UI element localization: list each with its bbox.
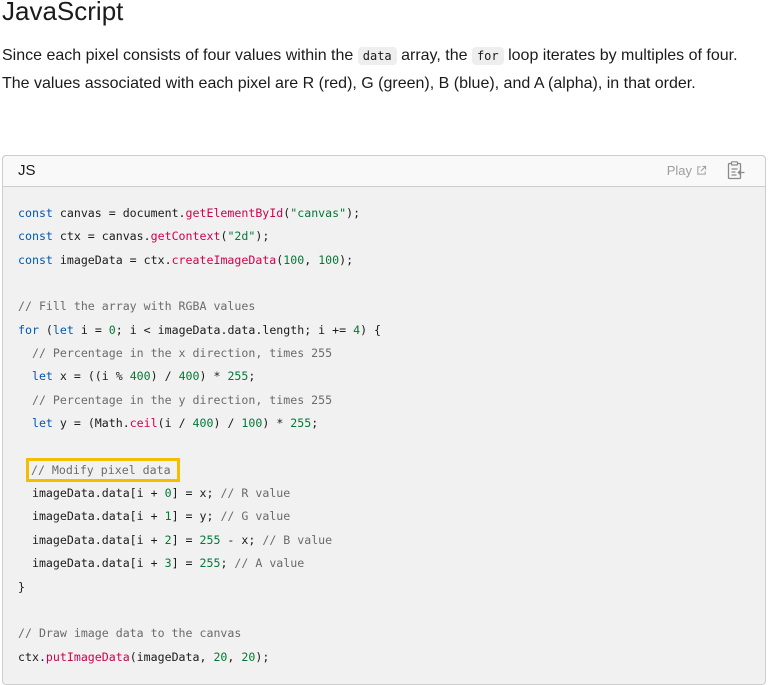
play-button-label: Play [666,163,692,178]
code-line: const imageData = ctx.createImageData(10… [18,252,354,267]
code-line: let y = (Math.ceil(i / 400) / 100) * 255… [31,416,319,431]
code-line: ​ [18,272,381,295]
inline-code-data: data [357,47,397,65]
inline-code-for: for [471,47,504,65]
code-language-label: JS [18,162,36,179]
description-paragraph: Since each pixel consists of four values… [2,42,762,98]
code-line: // Fill the array with RGBA values [18,299,256,314]
paragraph-text-2: array, the [396,47,472,64]
code-line: // Draw image data to the canvas [18,626,242,641]
code-example-block: JS Play const canvas = document.getEleme… [2,155,766,685]
code-line: // Modify pixel data [18,457,381,482]
play-button[interactable]: Play [667,163,707,178]
code-line: for (let i = 0; i < imageData.data.lengt… [18,322,382,337]
code-line: imageData.data[i + 3] = 255; // A value [18,556,305,571]
paragraph-text-1: Since each pixel consists of four values… [2,47,358,64]
external-link-icon [697,165,707,175]
code-line: // Percentage in the x direction, times … [31,346,333,361]
code-line: } [18,579,25,594]
code-line: let x = ((i % 400) / 400) * 255; [31,369,256,384]
code-line: ​ [18,435,381,458]
code-line: imageData.data[i + 1] = y; // G value [18,509,291,524]
code-line: ctx.putImageData(imageData, 20, 20); [18,649,270,664]
code-line: imageData.data[i + 0] = x; // R value [18,486,291,501]
highlighted-code: // Modify pixel data [25,457,180,482]
code-line: // Percentage in the y direction, times … [31,392,333,407]
section-heading: JavaScript [2,0,124,26]
code-line: const ctx = canvas.getContext("2d"); [18,229,270,244]
code-line: imageData.data[i + 2] = 255 - x; // B va… [18,532,333,547]
code-line: const canvas = document.getElementById("… [18,206,361,220]
code-block-header: JS Play [3,156,765,187]
clipboard-copy-icon[interactable] [725,160,747,182]
code-body[interactable]: const canvas = document.getElementById("… [18,202,381,669]
code-line: ​ [18,599,381,622]
